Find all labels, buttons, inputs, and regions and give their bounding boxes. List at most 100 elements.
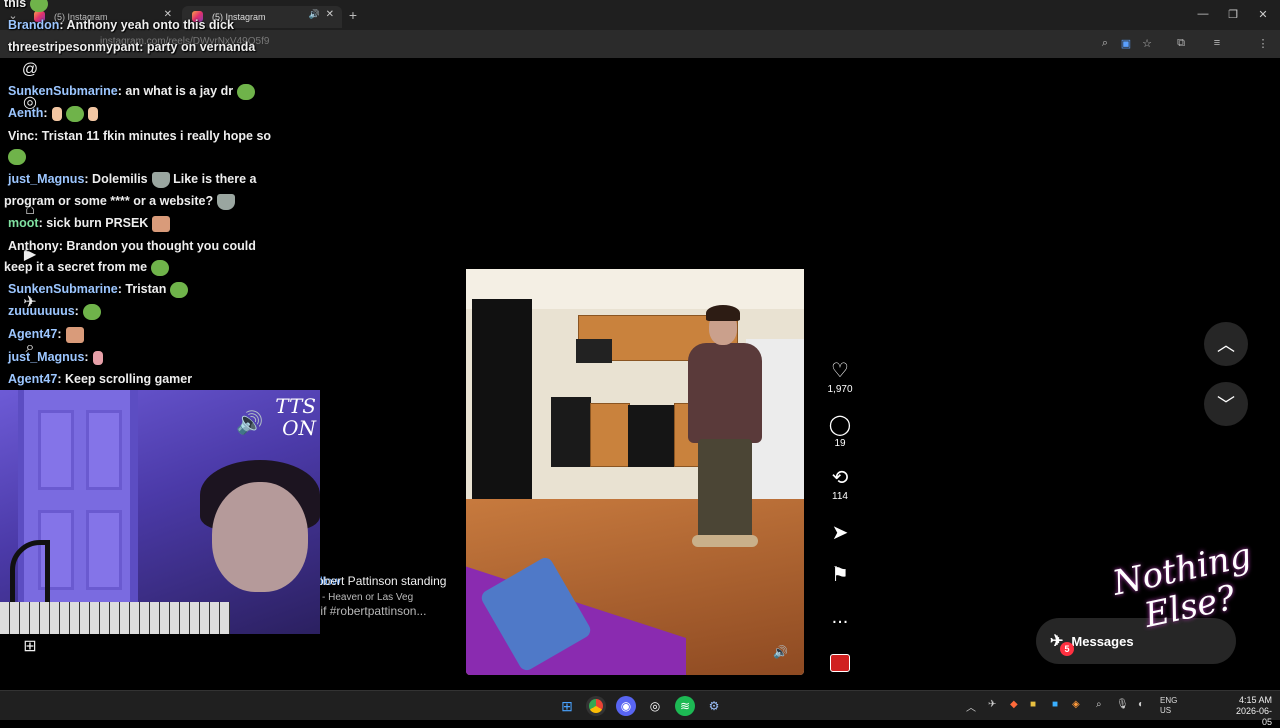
close-tab-icon[interactable]: ✕ — [326, 9, 334, 20]
windows-taskbar: ⊞ ◉ ◎ ≋ ⚙ ︿ ✈ ◆ ■ ■ ◈ ⌕ 🎙 ◐ ENG US 4:15 … — [0, 690, 1280, 727]
more-apps-icon[interactable]: ⊞ — [20, 636, 40, 656]
chat-line: threestripesonmypant: party on vernanda — [8, 36, 255, 58]
clock-time: 4:15 AM — [1238, 695, 1272, 705]
audio-playing-icon[interactable]: 🔊 — [309, 9, 320, 20]
comment-count: 19 — [834, 438, 846, 449]
chat-text: : Dolemilis — [84, 172, 148, 186]
chat-text: : Anthony yeah onto this dick — [59, 18, 234, 32]
discord-icon[interactable]: ◉ — [616, 696, 636, 716]
spotify-icon[interactable]: ≋ — [675, 696, 695, 716]
tray-search-icon[interactable]: ⌕ — [1096, 699, 1102, 710]
door-panel — [86, 510, 122, 590]
speaker-icon: 🔊 — [236, 411, 264, 436]
doorway — [472, 299, 532, 499]
frog-emote-icon — [65, 105, 84, 122]
stove — [551, 397, 591, 467]
save-button[interactable]: ⚑ — [826, 564, 854, 586]
obs-icon[interactable]: ◎ — [645, 696, 665, 716]
reel-video[interactable]: 🔊 — [466, 73, 804, 675]
microphone-icon[interactable]: 🎙 — [1116, 699, 1129, 710]
chat-text: program or some **** or a website? — [4, 194, 214, 208]
volume-icon[interactable]: 🔊 — [773, 645, 788, 659]
new-tab-button[interactable]: + — [346, 7, 360, 23]
door-panel — [86, 410, 122, 490]
bookmark-star-icon[interactable]: ☆ — [1140, 36, 1154, 50]
chat-username: Aenth — [8, 106, 44, 120]
chat-username: SunkenSubmarine — [8, 84, 118, 98]
previous-reel-button[interactable]: ︿ — [1204, 322, 1248, 366]
chat-line: Agent47: — [8, 323, 84, 345]
cast-icon[interactable]: ▣ — [1118, 36, 1134, 50]
like-button[interactable]: ♡ 1,970 — [826, 360, 854, 395]
network-icon[interactable]: ◐ — [1138, 699, 1144, 710]
next-reel-button[interactable]: ﹀ — [1204, 382, 1248, 426]
chat-username: just_Magnus — [8, 350, 85, 364]
chat-text: Like is there a — [173, 172, 257, 186]
share-button[interactable]: ➤ — [826, 522, 854, 544]
chat-text: : — [43, 106, 48, 120]
person-hair — [706, 305, 740, 321]
chat-username: SunkenSubmarine — [8, 282, 118, 296]
comment-button[interactable]: ◯ 19 — [826, 414, 854, 449]
chat-text: keep it a secret from me — [4, 260, 148, 274]
wizard-emote-icon — [151, 171, 170, 188]
tray-brave-icon[interactable]: ◆ — [1010, 699, 1018, 710]
chat-username: Anthony — [8, 239, 59, 253]
zoom-icon[interactable]: ⌕ — [1098, 36, 1112, 50]
repost-button[interactable]: ⟲ 114 — [826, 467, 854, 502]
like-count: 1,970 — [827, 384, 853, 395]
region-code: US — [1160, 706, 1172, 715]
tts-on-overlay: 🔊 TTS ON — [232, 395, 322, 455]
tray-app-icon[interactable]: ✈ — [988, 699, 996, 710]
minimize-button[interactable]: — — [1188, 6, 1218, 22]
repost-count: 114 — [832, 491, 848, 502]
chat-text: : Keep scrolling gamer — [57, 372, 193, 386]
chat-text: : — [57, 327, 62, 341]
chat-line: Vinc: Tristan 11 fkin minutes i really h… — [8, 125, 271, 147]
chrome-icon[interactable] — [586, 696, 606, 716]
chat-line: this — [4, 0, 49, 14]
microwave — [576, 339, 612, 363]
chat-line: Agent47: Keep scrolling gamer — [8, 368, 192, 390]
chat-username: just_Magnus — [8, 172, 85, 186]
audio-thumbnail[interactable] — [830, 654, 850, 672]
dishwasher — [628, 405, 676, 467]
tray-app-icon[interactable]: ◈ — [1072, 699, 1080, 710]
tray-app-icon[interactable]: ■ — [1052, 699, 1058, 710]
taskbar-clock[interactable]: 4:15 AM 2026-06-05 — [1232, 695, 1272, 728]
chat-line: moot: sick burn PRSEK — [8, 212, 171, 234]
steam-icon[interactable]: ⚙ — [704, 696, 724, 716]
language-indicator[interactable]: ENG US — [1160, 696, 1177, 716]
tray-app-icon[interactable]: ■ — [1030, 699, 1036, 710]
more-options-button[interactable]: ... — [826, 606, 854, 628]
chat-text: : sick burn PRSEK — [38, 216, 149, 230]
repost-icon: ⟲ — [831, 467, 849, 489]
chat-line: just_Magnus: Dolemilis Like is there a — [8, 168, 256, 190]
media-control-icon[interactable]: ≡ — [1210, 36, 1224, 50]
chat-text: : Tristan — [117, 282, 167, 296]
chat-line: Anthony: Brandon you thought you could — [8, 235, 256, 257]
face-emote-icon — [152, 215, 171, 232]
extensions-icon[interactable]: ⧉ — [1174, 36, 1188, 50]
frog-emote-icon — [30, 0, 49, 12]
person-torso — [688, 343, 762, 443]
chat-username: threestripesonmypant — [8, 40, 140, 54]
chat-username: moot — [8, 216, 39, 230]
close-window-button[interactable]: ✕ — [1248, 6, 1278, 22]
chevron-up-icon: ︿ — [1217, 335, 1235, 355]
maximize-button[interactable]: ❐ — [1218, 6, 1248, 22]
face-emote-icon — [65, 326, 84, 343]
more-icon: ... — [831, 606, 849, 628]
chat-line: just_Magnus: — [8, 346, 103, 368]
frog-emote-icon — [151, 259, 170, 276]
chat-line: zuuuuuuus: — [8, 300, 101, 322]
hand-emote-icon — [51, 106, 62, 121]
windows-start-icon[interactable]: ⊞ — [557, 696, 577, 716]
chat-username: Agent47 — [8, 372, 58, 386]
chat-line: Brandon: Anthony yeah onto this dick — [8, 14, 234, 36]
tray-overflow-icon[interactable]: ︿ — [966, 699, 976, 714]
menu-icon[interactable]: ⋮ — [1256, 36, 1270, 50]
chat-text: : Tristan 11 fkin minutes i really hope … — [34, 129, 272, 143]
eye-emote-icon — [92, 350, 103, 365]
frog-emote-icon — [170, 281, 189, 298]
